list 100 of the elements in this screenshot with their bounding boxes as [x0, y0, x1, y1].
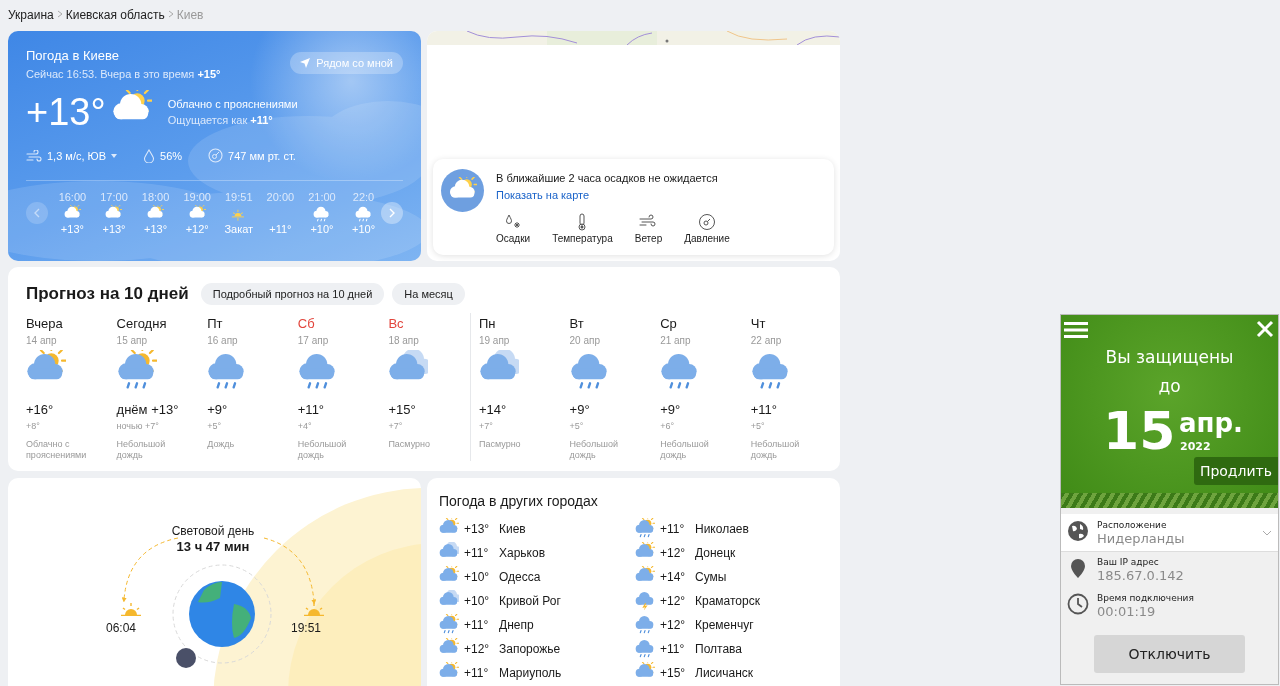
sunrise-arc [121, 537, 179, 603]
chevron-icon [167, 10, 174, 18]
chevron-left-icon [33, 208, 40, 218]
city-link[interactable]: Краматорск [695, 594, 760, 608]
menu-icon [1064, 321, 1088, 339]
show-map-link[interactable]: Показать на карте [496, 189, 590, 201]
rain-cloud-sun-icon [116, 350, 157, 390]
precipitation-message: В ближайшие 2 часа осадков не ожидается [496, 172, 719, 184]
forecast-link-button[interactable]: Подробный прогноз на 10 дней [200, 283, 385, 305]
city-link[interactable]: Донецк [695, 546, 736, 560]
day-condition: Пасмурно [478, 439, 522, 450]
info-value: 185.67.0.142 [1097, 568, 1185, 583]
hour-time: 16:00 [58, 191, 87, 203]
hour-value: +10° [310, 223, 334, 235]
day-name: Пн [478, 316, 497, 331]
rain-cloud-sun-icon [635, 517, 655, 538]
gauge-icon [208, 148, 224, 163]
city-temperature: +12° [660, 618, 687, 632]
wind-text: 1,3 м/с, ЮВ [47, 149, 107, 162]
sunset-icon [303, 602, 325, 616]
rain-cloud-icon [635, 637, 655, 658]
city-temperature: +15° [660, 666, 687, 680]
city-temperature: +11° [464, 618, 490, 632]
city-temperature: +11° [660, 642, 686, 656]
city-title: Погода в Киеве [26, 48, 120, 63]
night-temperature: +8° [26, 421, 41, 431]
day-date: 19 апр [478, 335, 511, 346]
day-name: Вс [388, 316, 405, 331]
condition-text: Облачно с прояснениями [167, 98, 298, 110]
day-name: Вчера [26, 316, 64, 331]
breadcrumb-link[interactable]: Украина [8, 7, 54, 22]
renew-button[interactable]: Продлить [1193, 457, 1278, 485]
city-link[interactable]: Харьков [499, 546, 546, 560]
wind-icon [26, 149, 42, 162]
chevron-down-icon [1262, 529, 1272, 536]
city-link[interactable]: Днепр [499, 618, 534, 632]
drop-icon [143, 148, 156, 163]
day-name: Ср [660, 316, 678, 331]
night-temperature: +7° [388, 421, 404, 431]
day-date: 20 апр [569, 335, 601, 346]
night-temperature: +5° [750, 421, 766, 431]
chevron-icon [56, 10, 63, 18]
sunset-time: 19:51 [291, 621, 322, 635]
city-link[interactable]: Одесса [499, 570, 541, 584]
section-title: Погода в других городах [439, 493, 599, 509]
day-temperature: +11° [297, 402, 326, 417]
day-condition: Облачно с прояснениями [26, 439, 88, 461]
forecast-link-button[interactable]: На месяц [392, 283, 465, 305]
city-link[interactable]: Полтава [695, 642, 742, 656]
day-date: 14 апр [26, 335, 58, 346]
info-label: Время подключения [1097, 593, 1195, 603]
city-link[interactable]: Запорожье [499, 642, 561, 656]
rain-cloud-sun-icon [439, 613, 459, 634]
map-layer-button[interactable]: Давление [684, 213, 730, 244]
night-temperature: +7° [478, 421, 494, 431]
hour-value: +13° [144, 223, 168, 235]
humidity-text: 56% [160, 149, 183, 162]
city-link[interactable]: Киев [499, 522, 526, 536]
day-name: Сб [297, 316, 316, 331]
hour-time: 18:00 [141, 191, 170, 203]
city-link[interactable]: Кривой Рог [499, 594, 561, 608]
day-date: 21 апр [660, 335, 692, 346]
day-condition: Небольшой дождь [750, 439, 801, 461]
city-temperature: +12° [660, 546, 687, 560]
city-temperature: +10° [464, 594, 491, 608]
info-label: Расположение [1097, 519, 1168, 530]
day-name: Сегодня [116, 316, 168, 331]
breadcrumb-link[interactable]: Киевская область [65, 7, 165, 22]
chevron-right-icon [389, 208, 396, 218]
city-temperature: +11° [660, 522, 686, 536]
clock-icon [1067, 593, 1089, 615]
city-link[interactable]: Сумы [695, 570, 727, 584]
wind-direction-icon [111, 152, 118, 159]
day-condition: Небольшой дождь [116, 439, 167, 461]
expiry-day: 15 [1103, 401, 1176, 461]
hour-time: 19:00 [183, 191, 211, 203]
city-link[interactable]: Лисичанск [695, 666, 754, 680]
day-date: 22 апр [750, 335, 783, 346]
day-date: 18 апр [388, 335, 420, 346]
map-layer-button[interactable]: Температура [552, 213, 613, 244]
day-temperature: днём +13° [116, 402, 180, 417]
day-temperature: +15° [388, 402, 417, 417]
night-temperature: +4° [297, 421, 313, 431]
hour-time: 22:0 [352, 191, 375, 203]
map-layer-button[interactable]: Ветер [634, 213, 663, 244]
day-name: Вт [569, 316, 585, 331]
city-temperature: +12° [660, 594, 687, 608]
gauge-icon [697, 213, 716, 231]
disconnect-button[interactable]: Отключить [1094, 635, 1245, 673]
map-layer-button[interactable]: Осадки [496, 213, 531, 244]
day-temperature: +14° [478, 402, 508, 417]
city-link[interactable]: Кременчуг [695, 618, 754, 632]
daylight-duration: 13 ч 47 мин [175, 539, 251, 554]
city-link[interactable]: Николаев [695, 522, 749, 536]
city-temperature: +12° [464, 642, 491, 656]
day-date: 16 апр [207, 335, 239, 346]
day-condition: Небольшой дождь [569, 439, 620, 461]
hour-value: +11° [269, 223, 292, 235]
city-link[interactable]: Мариуполь [499, 666, 562, 680]
location-selector[interactable]: Расположение Нидерланды [1061, 514, 1278, 552]
